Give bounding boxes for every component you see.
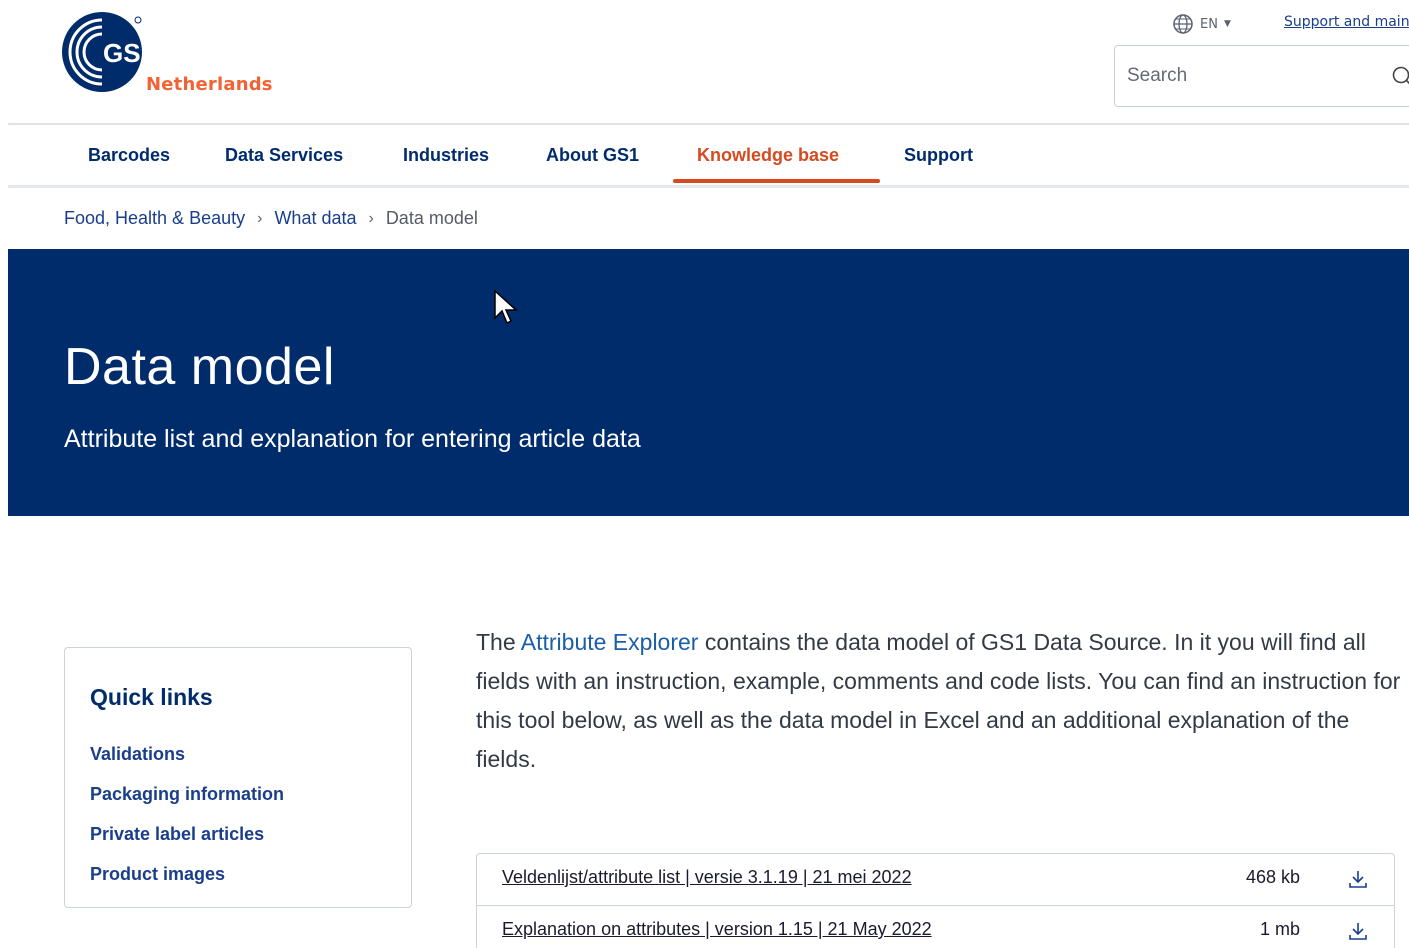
support-link[interactable]: Support and main — [1284, 14, 1409, 30]
breadcrumb-link-food-health-beauty[interactable]: Food, Health & Beauty — [64, 208, 245, 229]
quick-link-packaging-information[interactable]: Packaging information — [90, 784, 284, 805]
page-subtitle: Attribute list and explanation for enter… — [64, 425, 641, 453]
nav-item-data-services[interactable]: Data Services — [225, 145, 343, 166]
language-selector[interactable]: EN ▼ — [1172, 12, 1231, 36]
page-title: Data model — [64, 338, 335, 396]
nav-item-support[interactable]: Support — [904, 145, 973, 166]
main-nav: Barcodes Data Services Industries About … — [0, 125, 1409, 187]
nav-item-knowledge-base[interactable]: Knowledge base — [697, 145, 839, 166]
gs1-logo-mark: GS1 — [62, 12, 150, 92]
hero-banner: Data model Attribute list and explanatio… — [8, 249, 1409, 516]
search-icon[interactable] — [1391, 65, 1409, 89]
search-box — [1114, 45, 1409, 107]
intro-paragraph: The Attribute Explorer contains the data… — [476, 623, 1406, 779]
logo-region-text: Netherlands — [146, 74, 273, 95]
quick-link-product-images[interactable]: Product images — [90, 864, 225, 885]
quick-link-private-label-articles[interactable]: Private label articles — [90, 824, 264, 845]
globe-icon — [1173, 14, 1193, 34]
quick-links-title: Quick links — [90, 684, 213, 710]
language-label: EN — [1200, 16, 1218, 32]
download-icon[interactable] — [1347, 868, 1369, 890]
gs1-logo[interactable]: GS1 Netherlands — [60, 10, 280, 100]
breadcrumb-link-what-data[interactable]: What data — [274, 208, 356, 229]
downloads-list: Veldenlijst/attribute list | versie 3.1.… — [476, 853, 1395, 948]
download-row: Explanation on attributes | version 1.15… — [477, 905, 1394, 948]
nav-divider — [8, 185, 1409, 188]
quick-links-panel: Quick links Validations Packaging inform… — [64, 647, 412, 908]
file-size: 1 mb — [1259, 919, 1300, 939]
file-size: 468 kb — [1245, 867, 1300, 887]
download-link-attribute-list[interactable]: Veldenlijst/attribute list | versie 3.1.… — [502, 867, 912, 888]
chevron-right-icon: › — [257, 209, 263, 227]
download-row: Veldenlijst/attribute list | versie 3.1.… — [477, 854, 1394, 904]
active-nav-indicator — [673, 179, 880, 183]
download-icon[interactable] — [1347, 920, 1369, 942]
mouse-cursor-icon — [494, 290, 518, 325]
logo-mark-text: GS1 — [103, 38, 150, 68]
intro-prefix: The — [476, 629, 521, 655]
search-input[interactable] — [1127, 60, 1367, 92]
chevron-down-icon: ▼ — [1223, 19, 1231, 29]
nav-item-barcodes[interactable]: Barcodes — [88, 145, 170, 166]
nav-item-industries[interactable]: Industries — [403, 145, 489, 166]
attribute-explorer-link[interactable]: Attribute Explorer — [521, 629, 699, 655]
quick-link-validations[interactable]: Validations — [90, 744, 185, 765]
download-link-explanation-attributes[interactable]: Explanation on attributes | version 1.15… — [502, 919, 932, 940]
site-header: GS1 Netherlands EN ▼ Support and main — [0, 0, 1409, 124]
chevron-right-icon: › — [368, 209, 374, 227]
breadcrumb: Food, Health & Beauty › What data › Data… — [64, 208, 478, 229]
breadcrumb-current: Data model — [385, 208, 478, 228]
nav-item-about-gs1[interactable]: About GS1 — [546, 145, 639, 166]
